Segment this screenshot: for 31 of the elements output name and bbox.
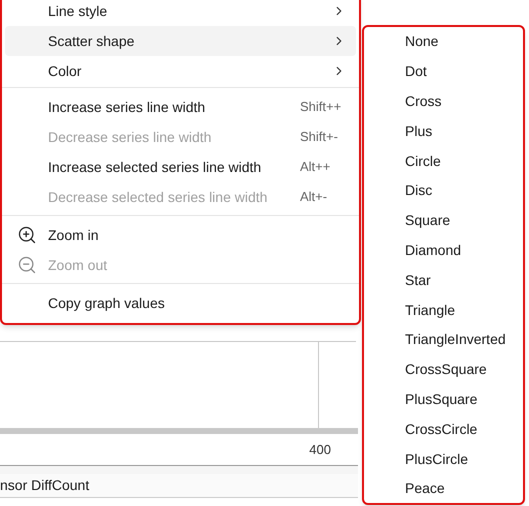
submenu-item[interactable]: None (364, 27, 523, 57)
menu-item[interactable]: Line style (5, 0, 356, 26)
zoom-out-icon (16, 255, 36, 275)
legend-label: nsor DiffCount (0, 476, 90, 495)
submenu-item[interactable]: PlusSquare (364, 384, 523, 414)
menu-item[interactable]: Copy graph values (5, 288, 356, 318)
submenu-item[interactable]: CrossSquare (364, 354, 523, 385)
submenu-item[interactable]: Circle (364, 146, 523, 176)
menu-item[interactable]: Scatter shape (5, 26, 356, 56)
menu-item[interactable]: Zoom in (5, 220, 356, 250)
submenu-item[interactable]: Plus (364, 116, 523, 146)
submenu-item[interactable]: Dot (364, 56, 523, 87)
axis-tick-label: 400 (309, 440, 331, 459)
submenu-item[interactable]: Disc (364, 176, 523, 206)
submenu-item[interactable]: Diamond (364, 236, 523, 266)
menu-item[interactable]: Color (5, 56, 356, 86)
submenu-item[interactable]: PlusCircle (364, 444, 523, 474)
submenu-item[interactable]: Triangle (364, 295, 523, 325)
submenu-item[interactable]: TriangleInverted (364, 324, 523, 355)
menu-item[interactable]: Increase selected series line width Alt++ (5, 152, 356, 182)
shortcut-text: Alt+- (300, 188, 328, 206)
menu-item[interactable]: Increase series line width Shift++ (5, 92, 356, 122)
shortcut-text: Shift+- (300, 128, 339, 146)
shortcut-text: Alt++ (300, 158, 332, 176)
submenu-item[interactable]: Cross (364, 86, 523, 116)
submenu-item[interactable]: CrossCircle (364, 414, 523, 444)
submenu-item[interactable]: Peace (364, 474, 523, 503)
zoom-in-icon (16, 225, 36, 245)
submenu-item[interactable]: Square (364, 206, 523, 236)
shortcut-text: Shift++ (300, 98, 342, 116)
submenu-item[interactable]: Star (364, 265, 523, 296)
